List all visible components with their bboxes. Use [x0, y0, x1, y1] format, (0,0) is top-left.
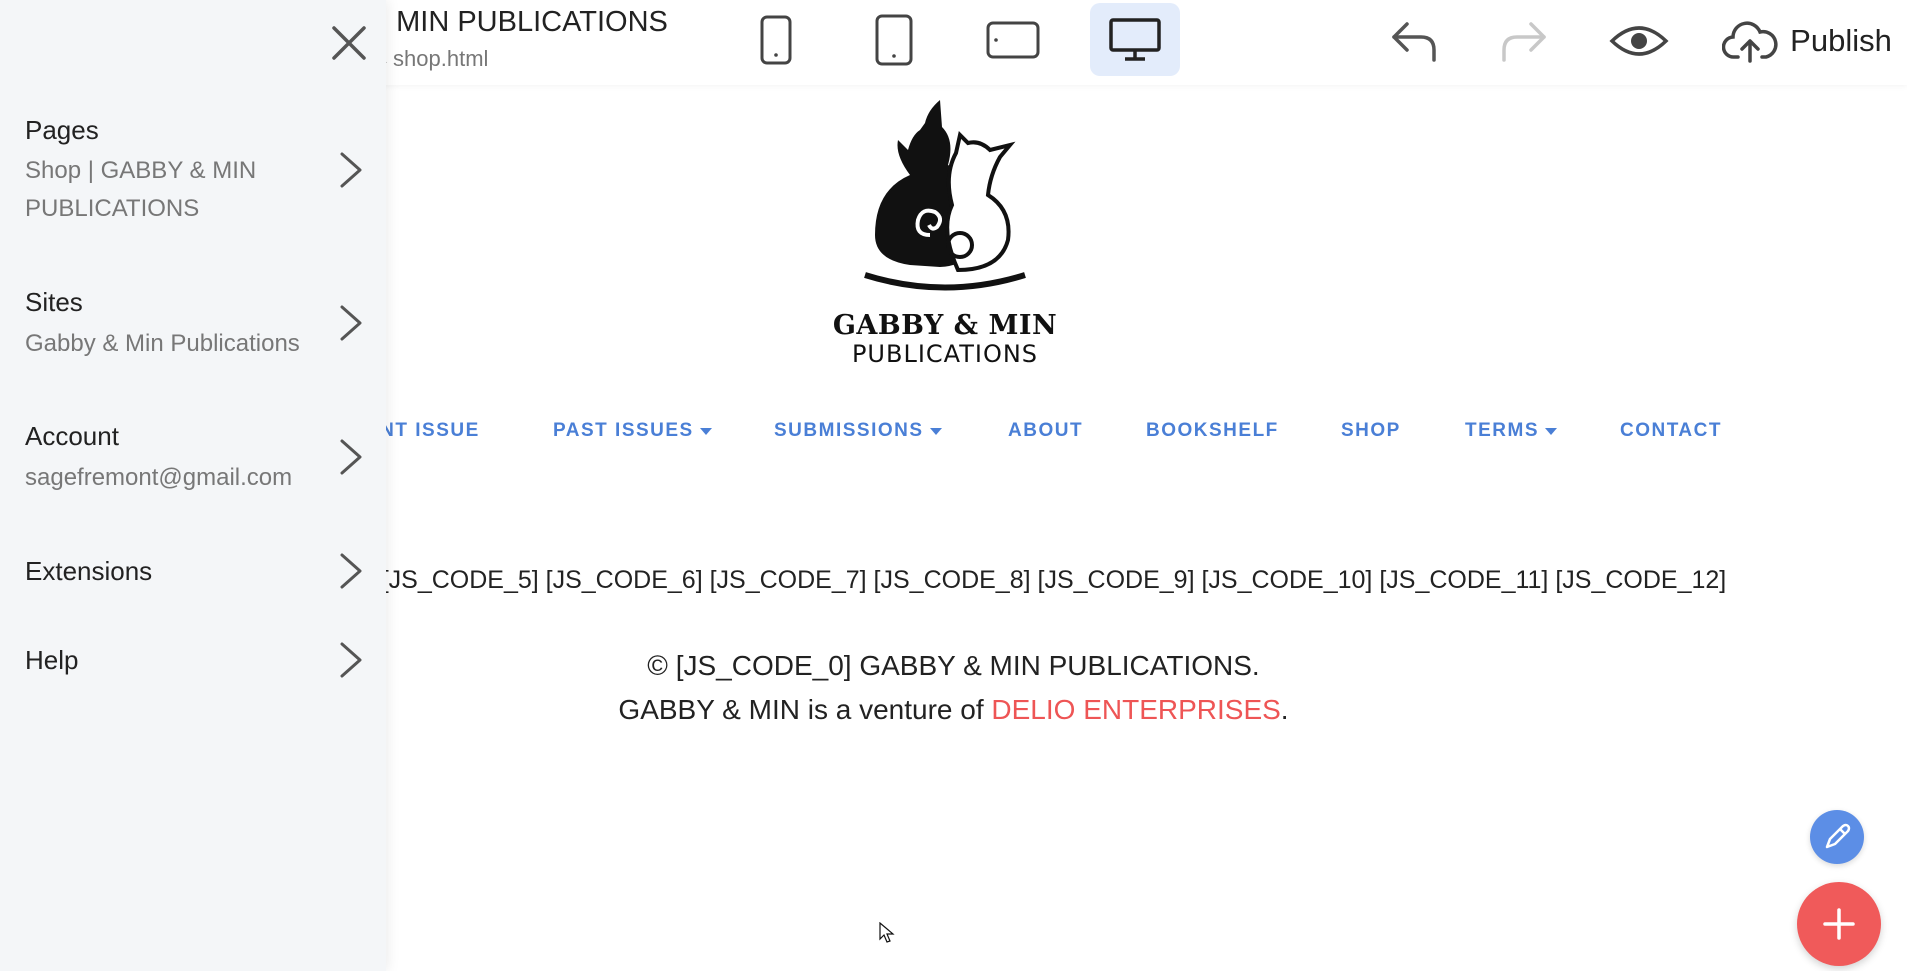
nav-submissions[interactable]: SUBMISSIONS: [774, 420, 942, 442]
logo-text-line2: PUBLICATIONS: [851, 340, 1039, 368]
caret-down-icon: [929, 427, 942, 435]
drawer-item-subtitle: sagefremont@gmail.com: [25, 464, 293, 491]
redo-icon: [1502, 22, 1546, 62]
close-drawer-button[interactable]: [328, 22, 370, 64]
chevron-right-icon: [340, 553, 362, 589]
drawer-item-account[interactable]: Account sagefremont@gmail.com: [0, 419, 386, 499]
tablet-landscape-preview-button[interactable]: [968, 3, 1058, 76]
chevron-right-icon: [340, 152, 362, 188]
redo-button[interactable]: [1496, 14, 1552, 68]
add-block-button[interactable]: [1797, 882, 1881, 966]
plus-icon: [1823, 908, 1855, 940]
nav-bookshelf[interactable]: BOOKSHELF: [1146, 420, 1279, 442]
venture-suffix: .: [1280, 694, 1289, 725]
nav-about[interactable]: ABOUT: [1008, 420, 1083, 442]
tablet-portrait-icon: [875, 14, 913, 65]
tablet-preview-button[interactable]: [849, 3, 939, 76]
cloud-upload-icon: [1722, 21, 1778, 63]
publish-button[interactable]: Publish: [1722, 14, 1892, 68]
preview-button[interactable]: [1608, 14, 1670, 68]
nav-past-issues-label: PAST ISSUES: [553, 420, 694, 441]
drawer-item-title: Pages: [25, 115, 99, 145]
drawer-item-title: Sites: [25, 287, 83, 317]
venture-prefix: GABBY & MIN is a venture of: [618, 694, 992, 725]
chevron-right-icon: [340, 305, 362, 341]
logo-text-line1: GABBY & MIN: [832, 310, 1058, 341]
page-file-name: shop.html: [393, 46, 489, 71]
drawer-item-title: Extensions: [25, 556, 153, 586]
copyright-text: © [JS_CODE_0] GABBY & MIN PUBLICATIONS.: [647, 650, 1260, 681]
nav-terms-label: TERMS: [1465, 420, 1539, 441]
phone-portrait-icon: [760, 15, 792, 64]
phone-preview-button[interactable]: [731, 3, 821, 76]
nav-submissions-label: SUBMISSIONS: [774, 420, 924, 441]
pen-icon: [1825, 823, 1851, 849]
drawer-item-sites[interactable]: Sites Gabby & Min Publications: [0, 285, 386, 365]
nav-shop[interactable]: SHOP: [1341, 420, 1401, 442]
chevron-right-icon: [340, 642, 362, 678]
caret-down-icon: [1545, 427, 1557, 435]
drawer-item-title: Help: [25, 645, 79, 675]
chevron-right-icon: [340, 439, 362, 475]
delio-enterprises-link[interactable]: DELIO ENTERPRISES: [991, 694, 1280, 725]
caret-down-icon: [699, 427, 712, 435]
desktop-icon: [1109, 17, 1161, 61]
drawer-item-title: Account: [25, 421, 119, 451]
page-file-path: ▸shop.html: [380, 46, 488, 72]
nav-past-issues[interactable]: PAST ISSUES: [553, 420, 712, 442]
side-menu-drawer: Pages Shop | GABBY & MIN PUBLICATIONS Si…: [0, 0, 386, 971]
undo-button[interactable]: [1386, 14, 1442, 68]
tablet-landscape-icon: [986, 21, 1040, 58]
drawer-item-subtitle: Gabby & Min Publications: [25, 330, 300, 357]
edit-pen-button[interactable]: [1810, 810, 1864, 864]
page-title: : MIN PUBLICATIONS: [380, 6, 668, 38]
drawer-item-extensions[interactable]: Extensions: [0, 553, 386, 603]
publish-label: Publish: [1790, 23, 1892, 58]
js-code-placeholders: _4] [JS_CODE_5] [JS_CODE_6] [JS_CODE_7] …: [340, 566, 1727, 594]
eye-icon: [1609, 26, 1669, 56]
drawer-item-pages[interactable]: Pages Shop | GABBY & MIN PUBLICATIONS: [0, 112, 386, 232]
drawer-item-help[interactable]: Help: [0, 642, 386, 692]
close-icon: [332, 26, 366, 60]
mouse-pointer-icon: [879, 922, 895, 943]
undo-icon: [1392, 22, 1436, 62]
desktop-preview-button[interactable]: [1090, 3, 1180, 76]
nav-contact[interactable]: CONTACT: [1620, 420, 1722, 442]
drawer-item-subtitle: Shop | GABBY & MIN PUBLICATIONS: [25, 157, 257, 222]
nav-terms[interactable]: TERMS: [1465, 420, 1557, 442]
